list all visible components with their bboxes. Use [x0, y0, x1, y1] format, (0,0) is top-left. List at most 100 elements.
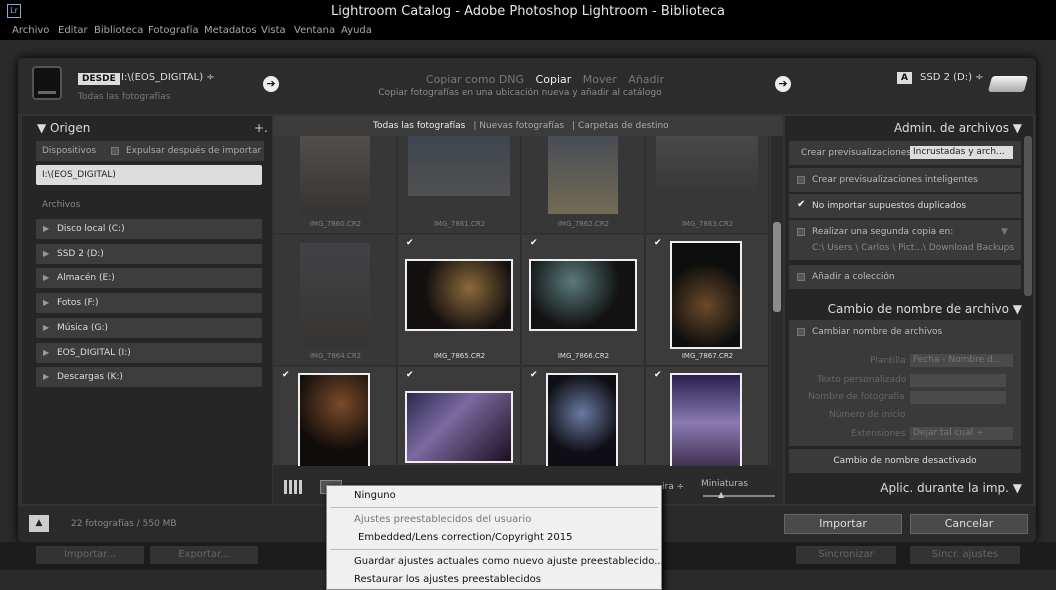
menu-metadatos[interactable]: Metadatos	[204, 25, 257, 36]
menu-archivo[interactable]: Archivo	[12, 25, 49, 36]
bg-sync-button[interactable]: Sincronizar	[796, 546, 896, 564]
arrow-right-icon: ➔	[263, 76, 279, 92]
thumbnail-size-slider[interactable]	[703, 495, 775, 497]
add-source-icon[interactable]: +.	[254, 121, 268, 135]
photo-cell[interactable]: ✔	[274, 367, 397, 473]
chevron-down-icon[interactable]: ▼	[1001, 227, 1008, 237]
menu-editar[interactable]: Editar	[58, 25, 88, 36]
volume-item[interactable]: ▶ Disco local (C:)	[36, 219, 262, 239]
menu-separator	[330, 549, 658, 550]
volume-label: Música (G:)	[57, 323, 109, 333]
cancel-button[interactable]: Cancelar	[910, 514, 1028, 534]
rename-files-checkbox[interactable]	[797, 328, 805, 336]
photo-cell[interactable]: IMG_7863.CR2	[646, 136, 769, 234]
volume-label: Disco local (C:)	[57, 224, 125, 234]
include-checkbox[interactable]: ✔	[406, 371, 415, 380]
volume-item[interactable]: ▶ Música (G:)	[36, 318, 262, 338]
window-title: Lightroom Catalog - Adobe Photoshop Ligh…	[331, 4, 725, 19]
bg-sync-settings-button[interactable]: Sincr. ajustes	[910, 546, 1020, 564]
destination-selector[interactable]: SSD 2 (D:) ÷	[920, 72, 984, 83]
photo-filename: IMG_7864.CR2	[309, 352, 362, 360]
photo-cell[interactable]: IMG_7864.CR2	[274, 235, 397, 366]
volume-label: Fotos (F:)	[57, 298, 99, 308]
smart-previews-checkbox[interactable]	[797, 176, 805, 184]
expand-icon: ▶	[43, 224, 50, 233]
photo-name-field[interactable]	[910, 391, 1006, 404]
preset-item[interactable]: Embedded/Lens correction/Copyright 2015	[358, 532, 573, 543]
include-checkbox[interactable]: ✔	[654, 371, 663, 380]
save-preset-item[interactable]: Guardar ajustes actuales como nuevo ajus…	[354, 556, 664, 567]
include-checkbox[interactable]: ✔	[282, 371, 291, 380]
menu-biblioteca[interactable]: Biblioteca	[94, 25, 143, 36]
rename-header[interactable]: Cambio de nombre de archivo ▼	[790, 302, 1022, 316]
mode-copy[interactable]: Copiar	[536, 73, 572, 86]
no-duplicates-checkbox[interactable]: ✔	[797, 199, 805, 210]
mode-copy-dng[interactable]: Copiar como DNG	[426, 73, 524, 86]
previews-label: Crear previsualizaciones	[801, 148, 912, 158]
photo-thumbnail	[546, 373, 618, 473]
volume-item[interactable]: ▶ EOS_DIGITAL (I:)	[36, 343, 262, 363]
grid-scroll-thumb[interactable]	[773, 222, 781, 312]
restore-presets-item[interactable]: Restaurar los ajustes preestablecidos	[354, 574, 541, 585]
mode-add[interactable]: Añadir	[628, 73, 664, 86]
volume-item[interactable]: ▶ SSD 2 (D:)	[36, 244, 262, 264]
menu-fotografia[interactable]: Fotografía	[148, 25, 199, 36]
volume-item[interactable]: ▶ Almacén (E:)	[36, 268, 262, 288]
start-number-label: Número de inicio	[829, 410, 906, 420]
tab-new-photos[interactable]: Nuevas fotografías	[479, 121, 564, 131]
photo-cell[interactable]: ✔ IMG_7865.CR2	[398, 235, 521, 366]
previews-dropdown[interactable]: Incrustadas y arch... ÷	[910, 146, 1013, 159]
volume-item[interactable]: ▶ Fotos (F:)	[36, 293, 262, 313]
bg-export-button[interactable]: Exportar...	[150, 546, 258, 564]
second-copy-label: Realizar una segunda copia en:	[812, 227, 954, 237]
second-copy-checkbox[interactable]	[797, 228, 805, 236]
import-button[interactable]: Importar	[784, 514, 902, 534]
photo-filename: IMG_7860.CR2	[309, 220, 362, 228]
tab-all-photos[interactable]: Todas las fotografías	[373, 121, 465, 131]
source-panel-title[interactable]: ▼ Origen	[37, 121, 90, 135]
photo-thumbnail	[656, 136, 758, 196]
grid-view-icon[interactable]	[284, 480, 304, 494]
photo-filename: IMG_7866.CR2	[557, 352, 610, 360]
eject-checkbox[interactable]	[111, 147, 119, 155]
include-checkbox[interactable]: ✔	[654, 239, 663, 248]
photo-cell[interactable]: IMG_7862.CR2	[522, 136, 645, 234]
extensions-dropdown[interactable]: Dejar tal cual ÷	[910, 427, 1013, 440]
source-selector[interactable]: I:\(EOS_DIGITAL) ÷	[121, 72, 215, 83]
apply-title: Aplic. durante la imp.	[880, 481, 1009, 495]
rename-status: Cambio de nombre desactivado	[833, 456, 977, 466]
sort-selector[interactable]: ira ÷	[662, 482, 684, 492]
preset-none-item[interactable]: Ninguno	[354, 490, 396, 501]
menu-ayuda[interactable]: Ayuda	[341, 25, 372, 36]
slider-knob-icon[interactable]: ▲	[718, 490, 724, 499]
bg-import-button[interactable]: Importar...	[36, 546, 144, 564]
tab-destination-folders[interactable]: Carpetas de destino	[578, 121, 669, 131]
user-presets-heading: Ajustes preestablecidos del usuario	[354, 514, 532, 525]
expand-icon: ▶	[43, 249, 50, 258]
template-dropdown[interactable]: Fecha - Nombre d... ÷	[910, 354, 1013, 367]
include-checkbox[interactable]: ✔	[406, 239, 415, 248]
add-collection-checkbox[interactable]	[797, 273, 805, 281]
include-checkbox[interactable]: ✔	[530, 371, 539, 380]
apply-header[interactable]: Aplic. durante la imp. ▼	[790, 481, 1022, 495]
photo-cell[interactable]: IMG_7861.CR2	[398, 136, 521, 234]
file-handling-header[interactable]: Admin. de archivos ▼	[790, 121, 1022, 135]
right-panel-scrollbar[interactable]	[1024, 136, 1032, 296]
volume-item[interactable]: ▶ Descargas (K:)	[36, 367, 262, 387]
menu-vista[interactable]: Vista	[261, 25, 286, 36]
photo-thumbnail	[529, 259, 637, 331]
photo-cell[interactable]: ✔	[398, 367, 521, 466]
menu-ventana[interactable]: Ventana	[294, 25, 335, 36]
include-checkbox[interactable]: ✔	[530, 239, 539, 248]
photo-cell[interactable]: IMG_7860.CR2	[274, 136, 397, 234]
photo-cell[interactable]: ✔	[646, 367, 769, 473]
mode-description: Copiar fotografías en una ubicación nuev…	[378, 88, 662, 98]
photo-cell[interactable]: ✔ IMG_7867.CR2	[646, 235, 769, 366]
eject-label: Expulsar después de importar	[126, 146, 262, 156]
mode-move[interactable]: Mover	[583, 73, 617, 86]
device-label: I:\(EOS_DIGITAL)	[42, 170, 116, 180]
photo-cell[interactable]: ✔	[522, 367, 645, 473]
photo-cell[interactable]: ✔ IMG_7866.CR2	[522, 235, 645, 366]
custom-text-field[interactable]	[910, 374, 1006, 387]
collapse-up-icon[interactable]: ▲	[29, 515, 49, 532]
